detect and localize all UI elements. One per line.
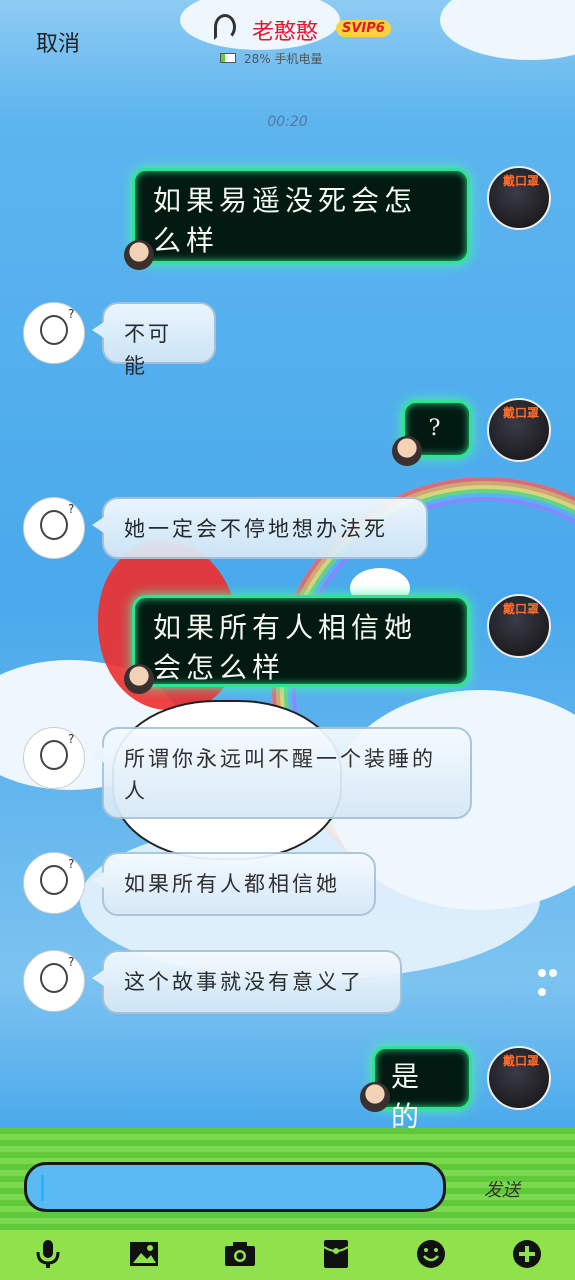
chat-header: 取消 老憨憨 SVIP6 28% 手机电量 bbox=[0, 0, 575, 80]
cancel-button[interactable]: 取消 bbox=[36, 26, 80, 58]
battery-icon bbox=[220, 53, 236, 63]
image-icon[interactable] bbox=[128, 1238, 160, 1270]
message-bubble[interactable]: 如果所有人都相信她 bbox=[92, 852, 376, 916]
bubble-sticker-avatar bbox=[392, 436, 422, 466]
vip-badge: SVIP6 bbox=[336, 20, 391, 37]
contact-avatar[interactable]: ? bbox=[23, 727, 85, 789]
contact-status: 28% 手机电量 bbox=[244, 52, 323, 66]
message-bubble[interactable]: 如果易遥没死会怎么样 bbox=[132, 168, 470, 264]
message-bubble[interactable]: 所谓你永远叫不醒一个装睡的人 bbox=[92, 727, 472, 819]
my-avatar[interactable]: 戴口罩 bbox=[487, 398, 551, 462]
contact-avatar[interactable]: ? bbox=[23, 950, 85, 1012]
bubble-sticker-avatar bbox=[124, 664, 154, 694]
chat-toolbar bbox=[0, 1230, 575, 1280]
text-caret bbox=[41, 1175, 44, 1201]
more-dots-icon bbox=[538, 962, 570, 996]
contact-avatar[interactable]: ? bbox=[23, 302, 85, 364]
contact-avatar[interactable]: ? bbox=[23, 852, 85, 914]
ear-icon bbox=[214, 14, 236, 40]
message-bubble[interactable]: 她一定会不停地想办法死 bbox=[92, 497, 428, 559]
emoji-icon[interactable] bbox=[415, 1238, 447, 1270]
microphone-icon[interactable] bbox=[32, 1238, 64, 1270]
message-timestamp: 00:20 bbox=[267, 114, 308, 130]
my-avatar[interactable]: 戴口罩 bbox=[487, 166, 551, 230]
my-avatar[interactable]: 戴口罩 bbox=[487, 594, 551, 658]
contact-avatar[interactable]: ? bbox=[23, 497, 85, 559]
plus-icon[interactable] bbox=[511, 1238, 543, 1270]
bubble-sticker-avatar bbox=[124, 240, 154, 270]
message-input[interactable] bbox=[24, 1162, 446, 1212]
bubble-sticker-avatar bbox=[360, 1082, 390, 1112]
red-packet-icon[interactable] bbox=[320, 1238, 352, 1270]
contact-name[interactable]: 老憨憨 bbox=[252, 14, 318, 46]
send-button[interactable]: 发送 bbox=[484, 1176, 520, 1202]
camera-icon[interactable] bbox=[224, 1238, 256, 1270]
message-bubble[interactable]: 不可能 bbox=[92, 302, 216, 378]
message-bubble[interactable]: 如果所有人相信她会怎么样 bbox=[132, 595, 470, 687]
my-avatar[interactable]: 戴口罩 bbox=[487, 1046, 551, 1110]
message-bubble[interactable]: 这个故事就没有意义了 bbox=[92, 950, 402, 1014]
